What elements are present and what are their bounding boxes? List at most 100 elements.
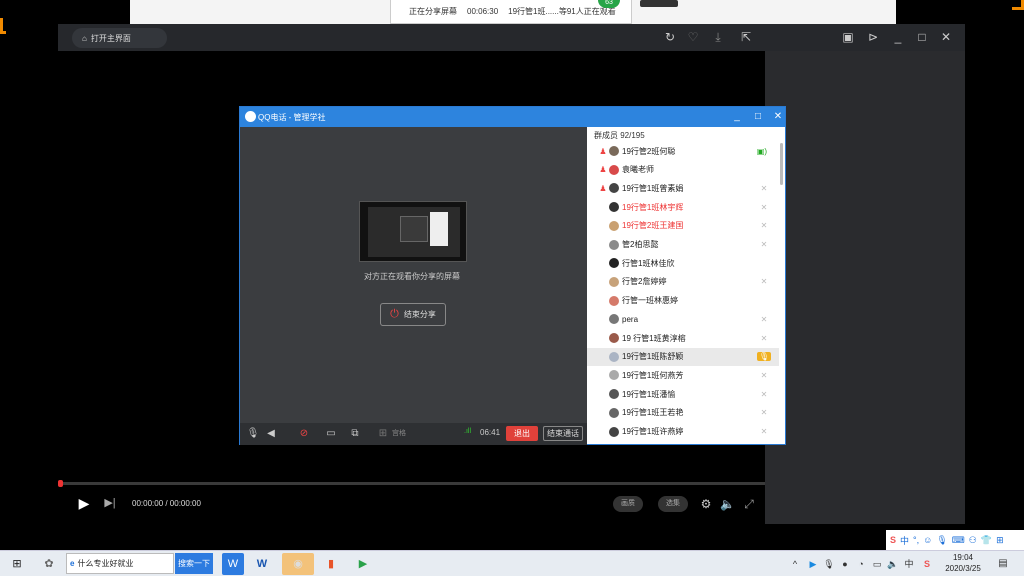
- settings-gear-icon[interactable]: ⚙: [699, 497, 713, 511]
- mic-muted-icon: ✕: [760, 427, 768, 436]
- ime-tools-icon[interactable]: ⊞: [996, 535, 1004, 546]
- mic-muted-icon: ✕: [760, 389, 768, 399]
- speaker-icon[interactable]: ◀: [264, 427, 278, 441]
- member-name: pera: [622, 314, 639, 324]
- mic-muted-icon: ✕: [760, 314, 768, 324]
- member-row[interactable]: ♟ 19行管1班曾素娟 ✕: [587, 179, 779, 197]
- tray-volume-icon[interactable]: 🔈: [886, 553, 900, 575]
- end-call-button[interactable]: 结束通话: [543, 426, 583, 441]
- mic-muted-icon: ✕: [760, 408, 768, 418]
- member-row[interactable]: pera ✕: [587, 310, 779, 328]
- avatar: [609, 220, 619, 231]
- tray-battery-icon[interactable]: ▭: [870, 553, 884, 575]
- member-row[interactable]: 行管1班林佳欣: [587, 254, 779, 272]
- member-row[interactable]: 19行管1班何燕芳 ✕: [587, 366, 779, 384]
- stop-share-button[interactable]: ⏻ 结束分享: [380, 303, 446, 326]
- tray-expand-icon[interactable]: ^: [788, 553, 802, 575]
- grid-icon[interactable]: ⊞: [376, 427, 390, 441]
- member-row[interactable]: 19 行管1班黄淳榕 ✕: [587, 329, 779, 347]
- tray-sogou-icon[interactable]: S: [920, 553, 934, 575]
- search-button[interactable]: 搜索一下: [175, 553, 213, 574]
- present-icon[interactable]: ⧉: [348, 427, 362, 441]
- camera-speaking-icon: ▣): [756, 146, 768, 156]
- refresh-icon[interactable]: ↻: [663, 30, 677, 44]
- exit-call-button[interactable]: 退出: [506, 426, 538, 441]
- wps-office-icon[interactable]: W: [222, 553, 244, 575]
- presentation-app-icon[interactable]: ▮: [320, 553, 342, 575]
- system-clock[interactable]: 19:04 2020/3/25: [940, 552, 986, 574]
- sogou-ime-icon[interactable]: S: [890, 535, 896, 545]
- ime-toolbar: S 中 °, ☺ 🎙 ⌨ ⚇ 👕 ⊞: [886, 530, 1024, 550]
- avatar: [609, 183, 619, 194]
- member-row[interactable]: 19行管1班许燕婷 ✕: [587, 423, 779, 441]
- member-row[interactable]: 19行管1班林宇辉 ✕: [587, 198, 779, 216]
- tray-ime-icon[interactable]: 中: [902, 553, 916, 575]
- selection-corner-right: [1012, 0, 1024, 10]
- qq-app-icon[interactable]: ◉: [282, 553, 314, 575]
- member-row[interactable]: ♟ 19行管2班何聪 ▣): [587, 142, 779, 160]
- ime-keyboard-icon[interactable]: ⌨: [952, 535, 965, 546]
- play-icon[interactable]: ▶: [77, 496, 91, 510]
- avatar: [609, 239, 619, 250]
- desktop-background: [0, 0, 130, 24]
- ime-skin-icon[interactable]: 👕: [981, 535, 992, 546]
- maximize-icon[interactable]: □: [915, 30, 929, 44]
- preview-screen: [368, 207, 460, 257]
- member-row[interactable]: 19行管1班潘愉 ✕: [587, 385, 779, 403]
- grid-view-label[interactable]: 宫格: [392, 428, 406, 438]
- quality-button[interactable]: 画质: [613, 496, 643, 512]
- tray-app-icon[interactable]: ▶: [806, 553, 820, 575]
- notification-icon[interactable]: ▤: [994, 553, 1012, 575]
- download-icon[interactable]: ⤓: [711, 30, 725, 44]
- ie-logo-icon: e: [70, 559, 75, 568]
- pip-icon[interactable]: ▣: [841, 30, 855, 44]
- ime-user-icon[interactable]: ⚇: [969, 535, 977, 546]
- member-row[interactable]: 19行管2班王建国 ✕: [587, 217, 779, 235]
- mic-muted-icon: ✕: [760, 183, 768, 193]
- avatar: [609, 146, 619, 156]
- camera-off-icon[interactable]: ⊘: [297, 427, 311, 441]
- next-icon[interactable]: ▶|: [103, 496, 117, 510]
- tray-network-icon[interactable]: ◔: [854, 553, 868, 575]
- share-viewers: 19行管1班......等91人正在观看: [508, 7, 616, 16]
- progress-handle[interactable]: [58, 480, 63, 487]
- word-icon[interactable]: W: [250, 553, 274, 575]
- assistant-icon[interactable]: ✿: [34, 553, 64, 575]
- volume-icon[interactable]: 🔈: [720, 497, 735, 511]
- member-name: 19行管2班何聪: [622, 146, 676, 156]
- video-app-icon[interactable]: ▶: [352, 553, 374, 575]
- member-row[interactable]: 行管一班林惠婷: [587, 292, 779, 310]
- qq-minimize-icon[interactable]: _: [730, 110, 744, 124]
- windows-start-icon[interactable]: ⊞: [2, 553, 32, 575]
- member-row[interactable]: ♟ 袁曦老师: [587, 161, 779, 179]
- screen-share-icon[interactable]: ▭: [324, 427, 338, 441]
- qq-maximize-icon[interactable]: □: [751, 110, 765, 124]
- qq-call-toolbar: 🎙 ◀ ⊘ ▭ ⧉ ⊞ 宫格 .ıll 06:41 退出 结束通话: [240, 423, 587, 445]
- open-main-interface-button[interactable]: ⌂ 打开主界面: [72, 28, 167, 48]
- member-row[interactable]: 管2柏思懿 ✕: [587, 236, 779, 254]
- microphone-icon[interactable]: 🎙: [246, 427, 260, 441]
- tray-sync-icon[interactable]: ●: [838, 553, 852, 575]
- fullscreen-icon[interactable]: ⤢: [742, 497, 756, 511]
- member-row[interactable]: 19行管1班陈舒颖 🎙: [587, 347, 779, 366]
- member-name: 袁曦老师: [622, 165, 654, 175]
- share-out-icon[interactable]: ⇱: [739, 30, 753, 44]
- ime-voice-icon[interactable]: 🎙: [936, 535, 947, 546]
- windows-taskbar: ⊞ ✿ e 什么专业好就业 搜索一下 W W ◉ ▮ ▶ ^ ▶ 🎙 ● ◔ ▭…: [0, 550, 1024, 576]
- browser-search-box[interactable]: e 什么专业好就业: [66, 553, 174, 574]
- qq-close-icon[interactable]: ✕: [771, 110, 785, 124]
- episodes-button[interactable]: 选集: [658, 496, 688, 512]
- avatar: [609, 426, 619, 437]
- tray-mic-icon[interactable]: 🎙: [822, 553, 836, 575]
- ime-punct-icon[interactable]: °,: [913, 535, 919, 545]
- close-icon[interactable]: ✕: [939, 30, 953, 44]
- member-list-scrollbar[interactable]: [780, 143, 783, 185]
- minimize-icon[interactable]: _: [891, 30, 905, 44]
- ime-mode-label[interactable]: 中: [900, 534, 909, 547]
- progress-bar[interactable]: [58, 482, 765, 485]
- member-row[interactable]: 19行管1班王若艳 ✕: [587, 404, 779, 422]
- pin-icon[interactable]: ⊳: [866, 30, 880, 44]
- member-row[interactable]: 行管2詹婷婷 ✕: [587, 273, 779, 291]
- ime-emoji-icon[interactable]: ☺: [923, 535, 932, 545]
- favorite-icon[interactable]: ♡: [686, 30, 700, 44]
